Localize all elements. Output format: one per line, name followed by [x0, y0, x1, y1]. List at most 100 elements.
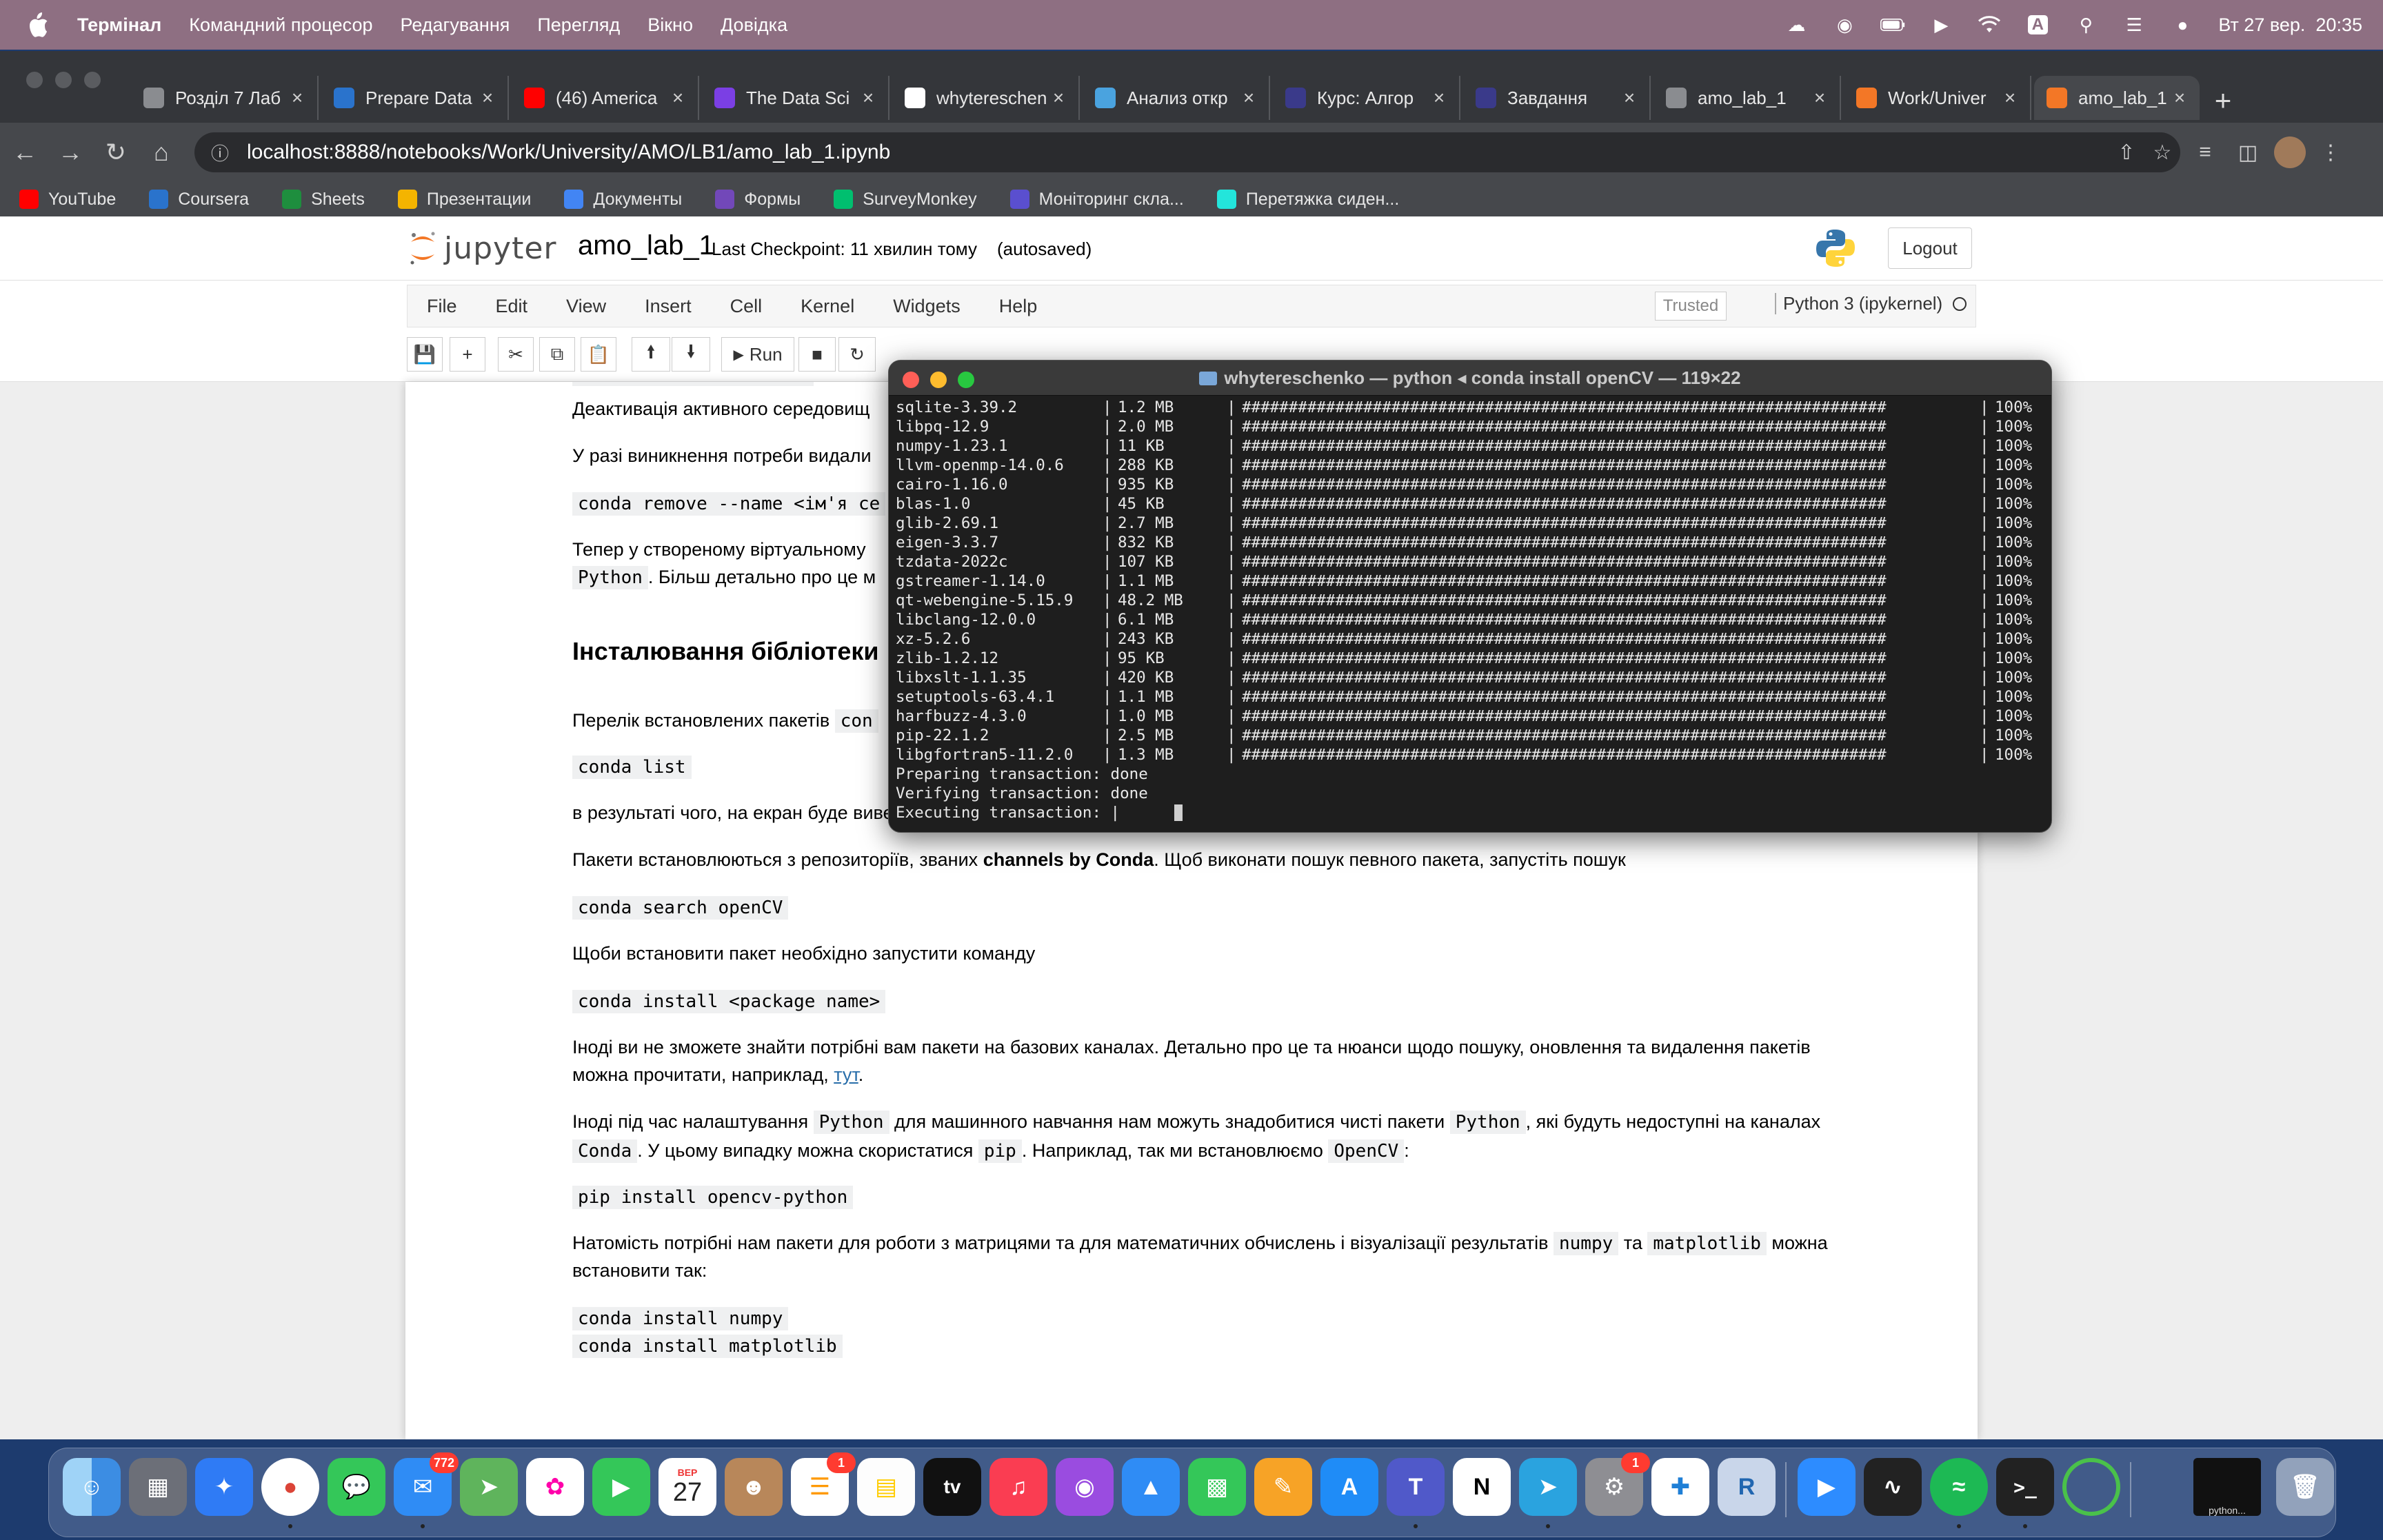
battery-icon[interactable] [1880, 12, 1905, 37]
jmenu-help[interactable]: Help [980, 296, 1057, 317]
terminal-icon[interactable]: >_ [1996, 1458, 2054, 1516]
bookmark-item[interactable]: Презентации [397, 190, 531, 210]
close-tab-icon[interactable]: × [2169, 87, 2190, 109]
notes-icon[interactable]: ▤ [857, 1458, 915, 1516]
bookmark-item[interactable]: Моніторинг скла... [1009, 190, 1184, 210]
close-tab-icon[interactable]: × [2000, 87, 2020, 109]
browser-tab[interactable]: (46) America × [512, 76, 699, 120]
browser-tab[interactable]: The Data Sci × [702, 76, 889, 120]
cut-button[interactable]: ✂ [498, 337, 534, 372]
reminders-icon[interactable]: ☰ 1 [791, 1452, 856, 1516]
kernel-name[interactable]: Python 3 (ipykernel) [1775, 293, 1942, 314]
terminal-title-bar[interactable]: whytereschenko — python ◂ conda install … [889, 361, 2051, 396]
close-tab-icon[interactable]: × [1238, 87, 1259, 109]
zoom-icon[interactable]: ▶ [1798, 1458, 1856, 1516]
tableau-icon[interactable]: ✚ [1651, 1458, 1709, 1516]
jupyter-logo[interactable]: jupyter [408, 226, 557, 270]
bookmark-item[interactable]: SurveyMonkey [834, 190, 977, 210]
interrupt-button[interactable]: ■ [798, 337, 836, 372]
window-close-button[interactable] [26, 72, 43, 88]
browser-tab[interactable]: Work/Univer × [1844, 76, 2031, 120]
browser-tab[interactable]: Розділ 7 Лаб × [131, 76, 319, 120]
pages-icon[interactable]: ✎ [1254, 1458, 1312, 1516]
home-button[interactable]: ⌂ [141, 132, 182, 173]
messages-icon[interactable]: 💬 [328, 1458, 385, 1516]
close-tab-icon[interactable]: × [1809, 87, 1830, 109]
appletv-icon[interactable]: tv [923, 1458, 981, 1516]
browser-tab[interactable]: amo_lab_1 × [1653, 76, 1841, 120]
spotlight-search-icon[interactable]: ⚲ [2073, 12, 2098, 37]
restart-button[interactable]: ↻ [838, 337, 876, 372]
keynote-icon[interactable]: ▲ [1122, 1458, 1180, 1516]
menu-window[interactable]: Вікно [647, 14, 693, 36]
apple-icon[interactable] [21, 8, 54, 41]
logout-button[interactable]: Logout [1888, 227, 1972, 269]
forward-button[interactable]: → [50, 132, 91, 173]
share-icon[interactable]: ⇧ [2109, 141, 2144, 165]
move-down-button[interactable]: 🠛 [672, 337, 710, 372]
jmenu-cell[interactable]: Cell [711, 296, 782, 317]
new-tab-button[interactable]: + [2202, 79, 2244, 123]
jmenu-kernel[interactable]: Kernel [781, 296, 874, 317]
insert-cell-button[interactable]: + [450, 337, 485, 372]
close-tab-icon[interactable]: × [287, 87, 308, 109]
close-tab-icon[interactable]: × [667, 87, 688, 109]
siri-icon[interactable]: ● [2170, 12, 2195, 37]
photos-icon[interactable]: ✿ [526, 1458, 584, 1516]
minimized-terminal-window[interactable]: python... [2193, 1458, 2261, 1516]
back-button[interactable]: ← [4, 132, 46, 173]
calendar-icon[interactable]: ВЕР 27 [658, 1458, 716, 1516]
reading-list-icon[interactable]: ≡ [2187, 134, 2223, 170]
wifi-icon[interactable] [1977, 12, 2002, 37]
loading-ring-icon[interactable] [2062, 1458, 2120, 1516]
menu-help[interactable]: Довідка [721, 14, 787, 36]
browser-tab[interactable]: Анализ откр × [1083, 76, 1270, 120]
jmenu-file[interactable]: File [408, 296, 476, 317]
jmenu-edit[interactable]: Edit [476, 296, 547, 317]
notebook-name[interactable]: amo_lab_1 [578, 230, 714, 261]
close-tab-icon[interactable]: × [477, 87, 498, 109]
notion-icon[interactable]: N [1453, 1458, 1511, 1516]
copy-button[interactable]: ⧉ [539, 337, 575, 372]
rstudio-icon[interactable]: R [1718, 1458, 1776, 1516]
launchpad-icon[interactable]: ▦ [129, 1458, 187, 1516]
trusted-indicator[interactable]: Trusted [1655, 292, 1727, 321]
facetime-icon[interactable]: ▶ [592, 1458, 650, 1516]
save-button[interactable]: 💾 [407, 337, 443, 372]
music-icon[interactable]: ♫ [989, 1458, 1047, 1516]
address-bar[interactable]: ⓘ localhost:8888/notebooks/Work/Universi… [194, 132, 2180, 172]
input-source-icon[interactable]: A [2025, 12, 2050, 37]
app-store-icon[interactable]: A [1320, 1458, 1378, 1516]
site-info-icon[interactable]: ⓘ [211, 140, 236, 165]
browser-menu-icon[interactable]: ⋮ [2313, 134, 2349, 170]
terminal-output[interactable]: sqlite-3.39.2 | 1.2 MB | ###################… [896, 398, 2040, 825]
jmenu-insert[interactable]: Insert [625, 296, 711, 317]
teams-icon[interactable]: T [1387, 1458, 1445, 1516]
bookmark-item[interactable]: YouTube [19, 190, 116, 210]
control-center-icon[interactable]: ☰ [2122, 12, 2146, 37]
finder-icon[interactable]: ☺ [63, 1458, 121, 1516]
podcasts-icon[interactable]: ◉ [1056, 1458, 1114, 1516]
cloud-status-icon[interactable]: ☁ [1784, 12, 1809, 37]
run-button[interactable]: ▶ Run [721, 337, 794, 372]
safari-icon[interactable]: ✦ [195, 1458, 253, 1516]
trash-icon[interactable]: 🗑 [2276, 1458, 2334, 1516]
window-minimize-button[interactable] [55, 72, 72, 88]
bookmark-item[interactable]: Документы [564, 190, 682, 210]
link-here[interactable]: тут [834, 1064, 858, 1085]
spotify-icon[interactable]: ≈ [1930, 1458, 1988, 1516]
menu-edit[interactable]: Редагування [401, 14, 510, 36]
bookmark-item[interactable]: Формы [715, 190, 801, 210]
side-panel-icon[interactable]: ◫ [2230, 134, 2266, 170]
browser-tab[interactable]: Prepare Data × [321, 76, 509, 120]
chrome-icon[interactable]: ● [261, 1458, 319, 1516]
jmenu-widgets[interactable]: Widgets [874, 296, 980, 317]
terminal-window[interactable]: whytereschenko — python ◂ conda install … [888, 360, 2052, 833]
bookmark-item[interactable]: Sheets [282, 190, 365, 210]
activity-monitor-icon[interactable]: ∿ [1864, 1458, 1922, 1516]
bookmark-item[interactable]: Перетяжка сиден... [1216, 190, 1399, 210]
window-zoom-button[interactable] [84, 72, 101, 88]
jmenu-view[interactable]: View [547, 296, 625, 317]
move-up-button[interactable]: 🠙 [632, 337, 670, 372]
menu-clock[interactable]: Вт 27 вер. 20:35 [2218, 14, 2362, 36]
